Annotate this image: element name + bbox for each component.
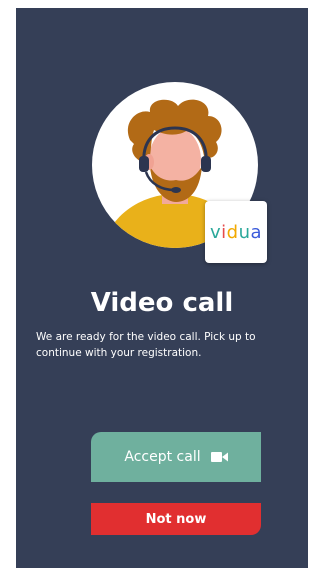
- brand-logo: vidua: [210, 222, 262, 243]
- brand-logo-badge: vidua: [205, 201, 267, 263]
- page-title: Video call: [90, 288, 234, 318]
- logo-letter: v: [209, 221, 222, 243]
- incoming-call-screen: vidua Video call We are ready for the vi…: [16, 8, 308, 568]
- logo-letter: a: [250, 221, 263, 243]
- video-camera-icon: [210, 452, 228, 462]
- accept-call-button[interactable]: Accept call: [91, 432, 261, 482]
- logo-letter: d: [226, 221, 239, 243]
- accept-call-label: Accept call: [124, 449, 201, 465]
- agent-avatar: vidua: [92, 82, 267, 263]
- logo-letter: u: [238, 221, 251, 243]
- not-now-button[interactable]: Not now: [91, 503, 261, 535]
- call-message: We are ready for the video call. Pick up…: [36, 331, 256, 359]
